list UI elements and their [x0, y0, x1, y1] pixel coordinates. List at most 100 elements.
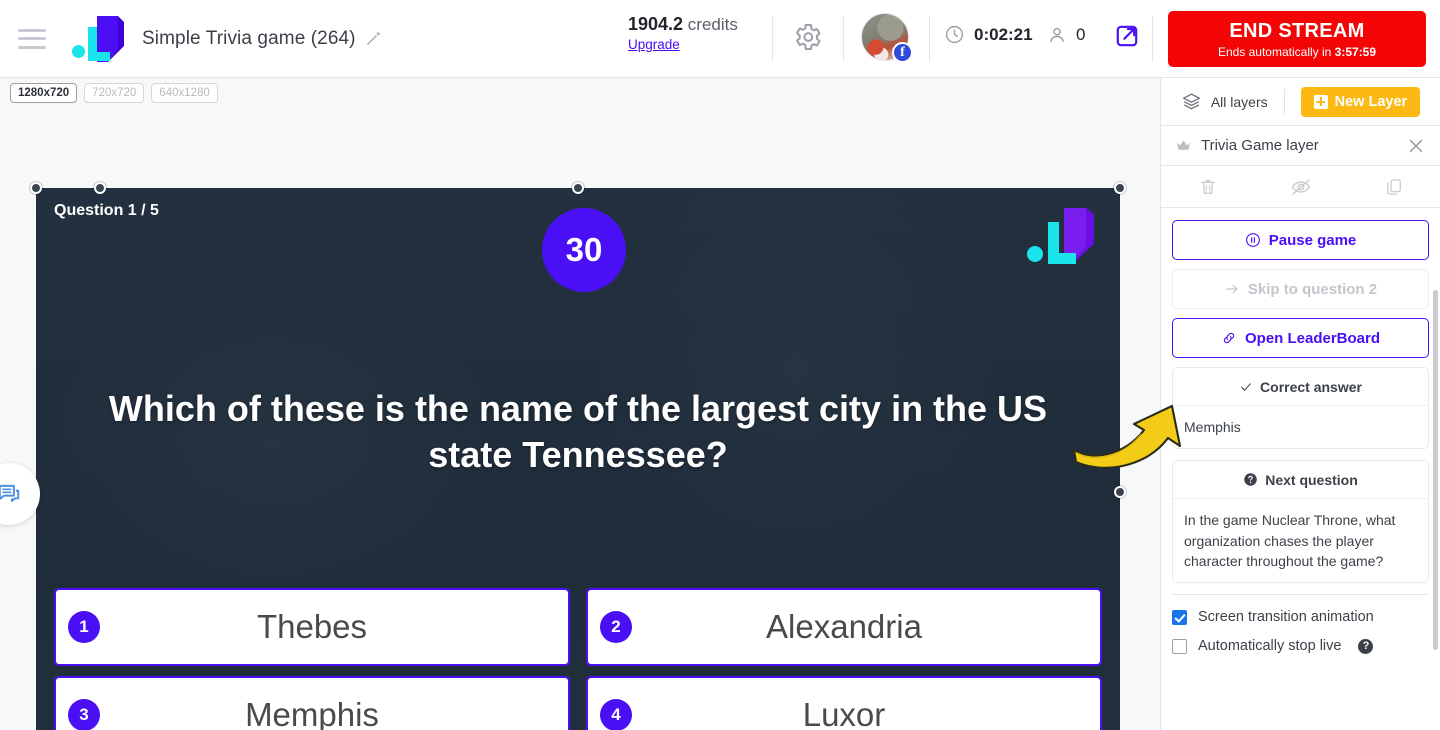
help-icon[interactable]: ? — [1358, 638, 1374, 654]
answer-number: 4 — [600, 699, 632, 730]
resize-handle-ruler[interactable] — [94, 182, 106, 194]
next-question-value: In the game Nuclear Throne, what organiz… — [1184, 512, 1396, 569]
next-question-card: Next question In the game Nuclear Throne… — [1172, 460, 1429, 584]
end-stream-countdown: 3:57:59 — [1334, 44, 1377, 59]
delete-icon[interactable] — [1161, 177, 1254, 197]
app-logo-watermark — [1027, 208, 1094, 264]
app-root: Simple Trivia game (264) 1904.2 credits … — [0, 0, 1440, 730]
layer-name: Trivia Game layer — [1201, 137, 1319, 154]
layer-panel: Pause game Skip to question 2 Open Leade… — [1161, 208, 1440, 730]
question-text: Which of these is the name of the larges… — [108, 388, 1048, 476]
resize-handle-top-right[interactable] — [1114, 182, 1126, 194]
end-stream-button[interactable]: END STREAM Ends automatically in 3:57:59 — [1168, 11, 1426, 67]
open-leaderboard-button[interactable]: Open LeaderBoard — [1172, 318, 1429, 358]
canvas-area: 1280x720 720x720 640x1280 Question 1 / 5… — [0, 78, 1182, 730]
next-question-header: Next question — [1173, 461, 1428, 500]
avatar[interactable]: f — [861, 13, 913, 65]
plus-icon — [1313, 94, 1328, 109]
check-icon — [1241, 382, 1251, 391]
pencil-icon[interactable] — [365, 30, 382, 47]
auto-stop-live-label: Automatically stop live — [1198, 638, 1342, 655]
hamburger-icon[interactable] — [18, 28, 46, 49]
duplicate-layer-icon[interactable] — [1347, 177, 1440, 197]
clock-icon — [945, 25, 964, 44]
logo-l-shape — [88, 15, 124, 62]
logo-dot — [72, 44, 85, 58]
stream-timer: 0:02:21 — [944, 24, 1033, 45]
skip-question-label: Skip to question 2 — [1247, 280, 1378, 298]
upgrade-link[interactable]: Upgrade — [628, 37, 680, 52]
new-layer-button[interactable]: New Layer — [1300, 86, 1421, 117]
divider — [1152, 16, 1153, 62]
resolution-tab-1280x720[interactable]: 1280x720 — [10, 83, 78, 103]
credits-line: 1904.2 credits — [628, 14, 738, 35]
resize-handle-middle-right[interactable] — [1114, 486, 1126, 498]
gear-icon[interactable] — [791, 21, 823, 53]
pause-game-label: Pause game — [1268, 231, 1357, 249]
answer-number: 1 — [68, 611, 100, 643]
answer-text: Alexandria — [766, 608, 922, 645]
question-circle-icon — [1244, 473, 1257, 487]
answer-text: Thebes — [256, 608, 368, 645]
hide-layer-icon[interactable] — [1254, 176, 1347, 198]
trash-glyph — [1200, 179, 1215, 194]
countdown-timer: 30 — [542, 208, 626, 292]
divider — [843, 16, 844, 62]
next-question-title: Next question — [1265, 471, 1358, 488]
layer-header: Trivia Game layer — [1161, 126, 1440, 166]
answer-text: Luxor — [802, 696, 886, 730]
close-icon[interactable] — [1406, 136, 1426, 156]
all-layers-label: All layers — [1210, 93, 1268, 110]
eye-off-glyph — [1291, 178, 1310, 195]
end-stream-sub-prefix: Ends automatically in — [1217, 44, 1335, 59]
pause-game-button[interactable]: Pause game — [1172, 220, 1429, 260]
screen-transition-checkbox[interactable] — [1172, 609, 1187, 625]
all-layers-button[interactable]: All layers — [1181, 91, 1284, 112]
answer-number: 3 — [68, 699, 100, 730]
chat-bubble-icon[interactable] — [0, 463, 40, 525]
resize-handle-top-left[interactable] — [30, 182, 42, 194]
right-sidebar: All layers New Layer Trivia Game layer P… — [1160, 78, 1440, 730]
chat-bubble-glyph — [0, 484, 20, 502]
link-icon — [1223, 332, 1235, 344]
external-link-icon[interactable] — [1114, 23, 1140, 49]
stage-preview[interactable]: Question 1 / 5 30 Which of these is the … — [36, 188, 1120, 730]
answer-option-3[interactable]: 3 Memphis — [54, 676, 570, 730]
end-stream-title: END STREAM — [1229, 19, 1365, 42]
checkbox-row-auto-stop[interactable]: Automatically stop live ? — [1172, 638, 1429, 654]
answer-number: 2 — [600, 611, 632, 643]
screen-transition-label: Screen transition animation — [1198, 609, 1374, 626]
new-layer-label: New Layer — [1334, 93, 1408, 110]
sidebar-scrollbar[interactable] — [1433, 290, 1438, 650]
credits-value: 1904.2 — [628, 14, 684, 34]
document-title: Simple Trivia game (264) — [142, 27, 356, 49]
resolution-tab-720x720[interactable]: 720x720 — [84, 83, 145, 103]
divider — [1283, 88, 1285, 115]
end-stream-subtitle: Ends automatically in 3:57:59 — [1218, 45, 1376, 59]
user-icon — [1050, 27, 1064, 43]
correct-answer-header: Correct answer — [1173, 368, 1428, 406]
checkbox-row-screen-transition[interactable]: Screen transition animation — [1172, 609, 1429, 625]
top-bar: Simple Trivia game (264) 1904.2 credits … — [0, 0, 1440, 78]
skip-question-button: Skip to question 2 — [1172, 269, 1429, 309]
viewers-count-block: 0 — [1046, 24, 1085, 46]
resolution-tab-640x1280[interactable]: 640x1280 — [151, 83, 218, 103]
layers-toolbar: All layers New Layer — [1161, 78, 1440, 126]
correct-answer-value: Memphis — [1184, 419, 1241, 435]
layer-tools-row — [1161, 166, 1440, 208]
answer-option-2[interactable]: 2 Alexandria — [586, 588, 1102, 666]
credits-block: 1904.2 credits Upgrade — [628, 14, 738, 54]
answer-option-4[interactable]: 4 Luxor — [586, 676, 1102, 730]
pause-circle-icon — [1245, 233, 1260, 247]
answer-option-1[interactable]: 1 Thebes — [54, 588, 570, 666]
facebook-badge: f — [892, 42, 913, 63]
divider — [929, 16, 930, 62]
app-logo — [72, 15, 124, 62]
body: 1280x720 720x720 640x1280 Question 1 / 5… — [0, 78, 1440, 730]
auto-stop-live-checkbox[interactable] — [1172, 638, 1187, 654]
resize-handle-top-center[interactable] — [572, 182, 584, 194]
credits-label: credits — [687, 15, 738, 34]
viewers-count: 0 — [1076, 25, 1086, 44]
resolution-tabs: 1280x720 720x720 640x1280 — [10, 83, 218, 103]
crown-icon — [1177, 140, 1190, 150]
